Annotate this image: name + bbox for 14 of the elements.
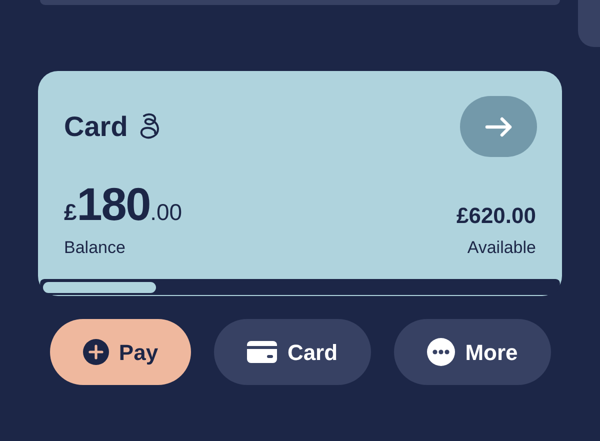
- available-label: Available: [467, 237, 536, 259]
- squiggle-logo-icon: [138, 112, 162, 142]
- side-panel-edge: [578, 0, 600, 47]
- action-button[interactable]: Pay: [50, 319, 191, 385]
- credit-card-icon: [247, 341, 278, 363]
- more-icon: [427, 338, 456, 366]
- arrow-right-icon: [484, 116, 512, 136]
- card-title: Card: [64, 110, 128, 144]
- available-amount: £620.00: [456, 205, 536, 227]
- balance-amount: £180.00: [64, 181, 182, 227]
- action-button[interactable]: More: [394, 319, 551, 385]
- plus-icon: [82, 339, 109, 365]
- balance-label: Balance: [64, 237, 126, 259]
- action-button[interactable]: Card: [214, 319, 371, 385]
